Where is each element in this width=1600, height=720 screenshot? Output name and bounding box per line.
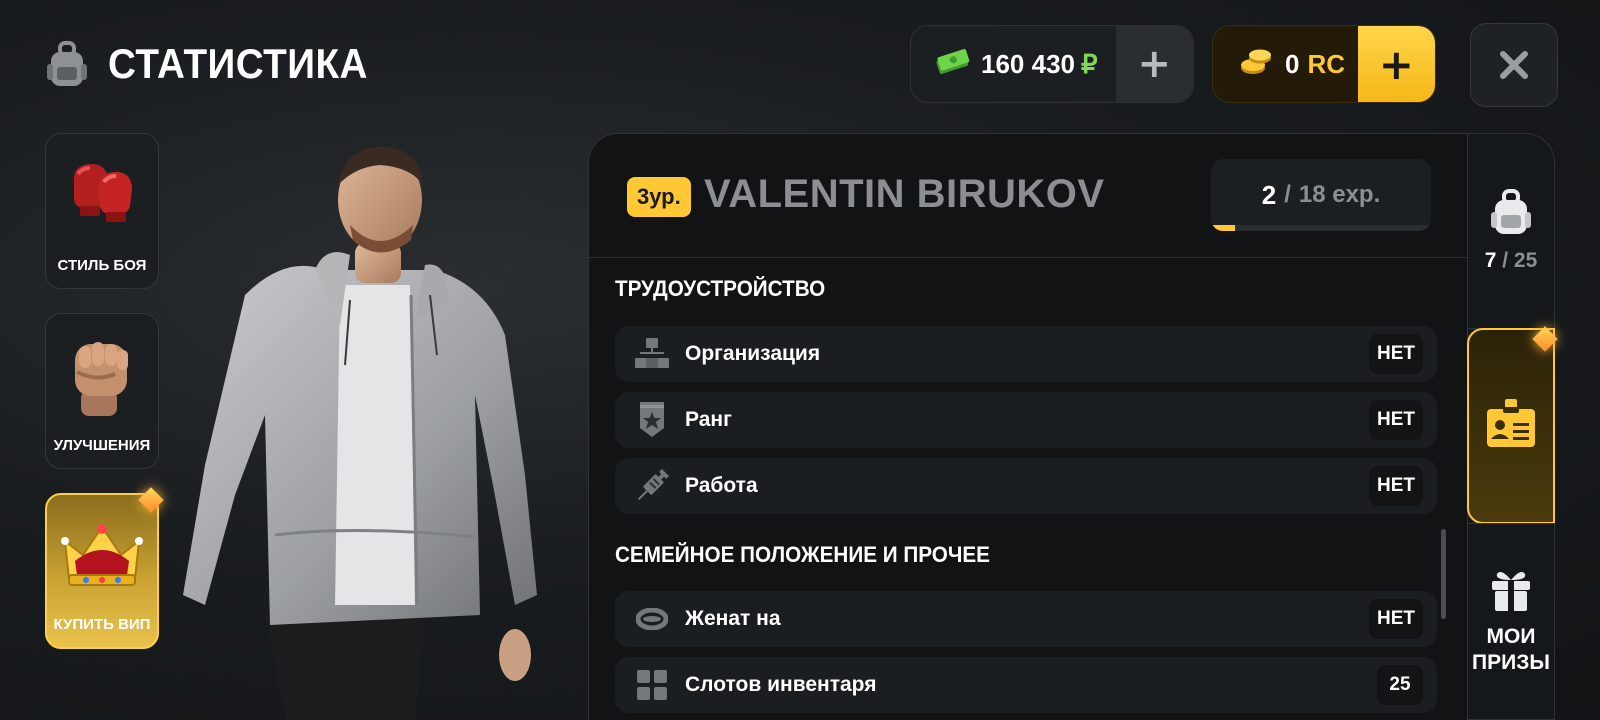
row-value: НЕТ [1369, 334, 1423, 374]
exp-total: 18 exp. [1298, 181, 1381, 208]
row-label: Работа [685, 474, 758, 497]
id-card-icon [1485, 399, 1537, 453]
experience-box: 2 / 18 exp. [1211, 159, 1431, 231]
inventory-separator: / [1502, 249, 1509, 272]
buy-vip-button[interactable]: КУПИТЬ ВИП [45, 487, 164, 649]
tab-my-prizes[interactable]: МОИ ПРИЗЫ [1467, 523, 1555, 720]
gift-icon [1489, 568, 1533, 616]
row-label: Женат на [685, 607, 781, 630]
row-value: 25 [1377, 665, 1423, 705]
row-value: НЕТ [1369, 599, 1423, 639]
fight-style-label: СТИЛЬ БОЯ [57, 257, 147, 274]
exp-progress-bar [1211, 225, 1431, 231]
syringe-icon [631, 465, 673, 507]
inventory-count: 7 [1484, 249, 1497, 272]
boxing-gloves-icon [64, 154, 140, 230]
fight-style-button[interactable]: СТИЛЬ БОЯ [45, 133, 159, 289]
profile-header: 3ур. VALENTIN BIRUKOV 2 / 18 exp. [589, 134, 1467, 258]
level-badge: 3ур. [627, 177, 691, 217]
prizes-label-line2: ПРИЗЫ [1472, 650, 1550, 674]
list-item: Женат на НЕТ [615, 591, 1437, 647]
row-value: НЕТ [1369, 466, 1423, 506]
buy-vip-label: КУПИТЬ ВИП [53, 616, 151, 633]
rc-unit: RC [1307, 48, 1346, 79]
rc-amount: 0 [1285, 48, 1300, 79]
add-money-button[interactable]: + [1115, 26, 1193, 102]
row-label: Организация [685, 342, 821, 365]
money-amount: 160 430 [981, 48, 1075, 79]
section-title-family: СЕМЕЙНОЕ ПОЛОЖЕНИЕ И ПРОЧЕЕ [615, 542, 990, 567]
upgrades-button[interactable]: УЛУЧШЕНИЯ [45, 313, 159, 469]
ruble-symbol: ₽ [1080, 48, 1098, 79]
list-item: Организация НЕТ [615, 326, 1437, 382]
tab-inventory[interactable]: 7 / 25 [1467, 133, 1555, 329]
inventory-grid-icon [631, 664, 673, 706]
crown-icon [61, 521, 143, 595]
inventory-total: 25 [1513, 249, 1538, 272]
section-title-employment: ТРУДОУСТРОЙСТВО [615, 276, 826, 301]
exp-current: 2 [1261, 179, 1277, 210]
organization-icon [631, 333, 673, 375]
cash-icon [935, 48, 971, 80]
close-button[interactable] [1470, 23, 1558, 107]
exp-separator: / [1284, 181, 1291, 208]
add-rc-button[interactable]: + [1357, 26, 1435, 102]
ring-icon [631, 598, 673, 640]
coins-icon [1239, 47, 1273, 81]
fist-icon [67, 334, 137, 422]
player-character [175, 145, 575, 720]
row-value: НЕТ [1369, 400, 1423, 440]
close-icon [1500, 51, 1528, 79]
notification-diamond-icon [138, 487, 164, 513]
upgrades-label: УЛУЧШЕНИЯ [53, 437, 151, 454]
backpack-icon [1489, 188, 1533, 240]
scrollbar[interactable] [1441, 529, 1446, 619]
rc-balance: 0 RC + [1212, 25, 1436, 103]
money-balance: 160 430 ₽ + [910, 25, 1194, 103]
list-item: Работа НЕТ [615, 458, 1437, 514]
row-label: Слотов инвентаря [685, 673, 877, 696]
list-item: Ранг НЕТ [615, 392, 1437, 448]
prizes-label-line1: МОИ [1486, 624, 1536, 648]
exp-progress-fill [1211, 225, 1236, 231]
rank-badge-icon [631, 399, 673, 441]
list-item: Слотов инвентаря 25 [615, 657, 1437, 713]
backpack-icon [45, 40, 89, 88]
player-name: VALENTIN BIRUKOV [704, 172, 1105, 216]
stats-panel: 3ур. VALENTIN BIRUKOV 2 / 18 exp. ТРУДОУ… [588, 133, 1468, 720]
page-title: СТАТИСТИКА [108, 40, 368, 87]
row-label: Ранг [685, 408, 732, 431]
tab-stats[interactable] [1467, 326, 1558, 524]
notification-diamond-icon [1532, 326, 1558, 352]
